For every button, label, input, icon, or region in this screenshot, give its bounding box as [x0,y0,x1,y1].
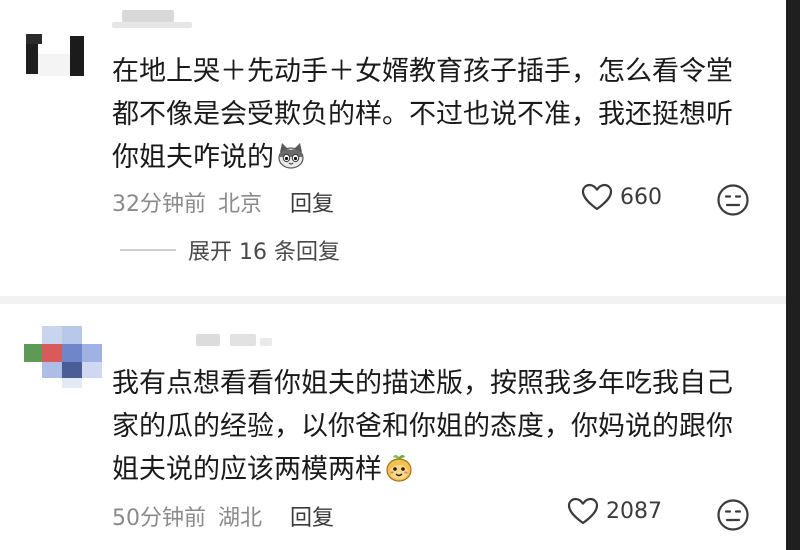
frown-face-icon[interactable] [716,498,750,532]
frown-face-icon[interactable] [716,183,750,217]
avatar-pixelated[interactable] [26,34,84,76]
like-button[interactable]: 660 [580,182,662,212]
comment-text: 我有点想看看你姐夫的描述版，按照我多年吃我自己 家的瓜的经验，以你爸和你姐的态度… [112,368,733,485]
timestamp: 32分钟前 [112,192,206,217]
comment-text: 在地上哭＋先动手＋女婿教育孩子插手，怎么看令堂 都不像是会受欺负的样。不过也说不… [112,56,733,173]
reply-button[interactable]: 回复 [290,186,334,218]
location: 北京 [218,192,263,217]
location: 湖北 [218,506,263,531]
comment-item: 在地上哭＋先动手＋女婿教育孩子插手，怎么看令堂 都不像是会受欺负的样。不过也说不… [0,0,786,296]
avatar-pixelated[interactable] [24,326,102,388]
comment-meta: 50分钟前 湖北 回复 [112,500,334,532]
timestamp: 50分钟前 [112,506,206,531]
heart-outline-icon [581,183,613,211]
screen-edge [786,0,800,550]
peach-face-emoji [386,455,412,482]
expand-replies-label: 展开 16 条回复 [188,240,340,265]
like-count: 660 [620,184,662,210]
like-button[interactable]: 2087 [566,496,662,526]
comment-meta: 32分钟前 北京 回复 [112,186,334,218]
like-count: 2087 [606,498,662,524]
expand-line [120,249,176,251]
comment-item: 我有点想看看你姐夫的描述版，按照我多年吃我自己 家的瓜的经验，以你爸和你姐的态度… [0,304,786,550]
reply-button[interactable]: 回复 [290,500,334,532]
cat-face-emoji [278,143,304,169]
heart-outline-icon [567,497,599,525]
expand-replies-button[interactable]: 展开 16 条回复 [120,234,340,266]
comment-divider [0,296,786,304]
